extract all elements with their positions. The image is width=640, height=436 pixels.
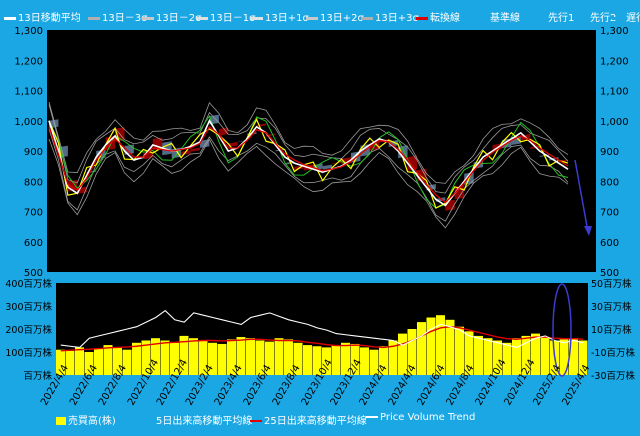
volume-bar [103,345,113,375]
volume-y-tick: 100百万株 [5,347,52,359]
volume-bar [75,347,84,375]
x-tick-label: 2022/4/4 [39,363,71,407]
volume-bar [217,343,227,375]
price-right-y-tick: 1,000 [600,117,629,128]
legend-swatch [56,417,66,425]
legend-label: 売買高(株) [68,416,116,427]
legend-item: 売買高(株) [56,412,116,427]
volume-bar [540,337,550,375]
volume-bar [483,338,493,375]
volume-y-tick: 百万株 [23,370,52,382]
volume-right-y-tick: 50百万株 [591,278,632,290]
price-right-y-tick: 600 [600,238,619,249]
price-y-tick: 600 [24,238,43,249]
volume-bar [512,338,521,375]
volume-bar [274,338,284,375]
price-panel: 500 600 700 800 900 1,000 1,100 1,200 1,300 500 60… [14,26,628,279]
legend-item: Price Volume Trend [366,412,475,423]
volume-bar [132,342,141,375]
volume-bar [455,326,464,375]
legend-swatch [250,420,262,422]
volume-bar [360,347,369,375]
legend-item: 5日出来高移動平均線 [142,412,252,427]
volume-y-tick: 400百万株 [5,278,52,290]
price-y-tick: 1,000 [14,117,43,128]
volume-right-y-tick: 30百万株 [591,301,632,313]
price-y-tick: 1,300 [14,26,43,37]
price-y-tick: 1,200 [14,56,43,67]
price-right-y-tick: 700 [600,208,619,219]
legend-swatch [142,420,154,422]
volume-right-y-tick: 10百万株 [591,324,632,336]
volume-y-tick: 200百万株 [5,324,52,336]
price-y-tick: 500 [24,268,43,279]
price-right-y-tick: 1,100 [600,87,629,98]
volume-bar [426,317,436,375]
legend-label: 5日出来高移動平均線 [156,416,253,427]
volume-bar [189,338,198,375]
volume-right-y-tick: -30百万株 [591,370,636,382]
volume-panel: 百万株 100百万株 200百万株 300百万株 400百万株 -30百万株 -10百万株 1… [5,278,635,408]
legend-label: Price Volume Trend [380,412,476,423]
price-y-tick: 900 [24,147,43,158]
legend-label: 25日出来高移動平均線 [264,416,367,427]
price-y-tick: 700 [24,208,43,219]
price-right-y-tick: 1,300 [600,26,629,37]
legend-item: 25日出来高移動平均線 [250,412,367,427]
price-y-tick: 800 [24,177,43,188]
price-y-tick: 1,100 [14,87,43,98]
volume-bar [160,340,170,375]
chart-canvas: 500 600 700 800 900 1,000 1,100 1,200 1,300 500 60… [5,26,635,408]
bottom-legend: 売買高(株) 5日出来高移動平均線 25日出来高移動平均線 Price Volume … [56,412,616,427]
volume-bar [303,345,312,375]
legend-swatch [366,416,378,418]
price-right-y-tick: 500 [600,268,619,279]
price-right-y-tick: 800 [600,177,619,188]
volume-y-tick: 300百万株 [5,301,52,313]
price-right-y-tick: 900 [600,147,619,158]
price-right-y-tick: 1,200 [600,56,629,67]
volume-right-y-tick: -10百万株 [591,347,636,359]
volume-bar [331,345,341,375]
volume-bar [246,338,255,375]
volume-bar [417,322,426,375]
